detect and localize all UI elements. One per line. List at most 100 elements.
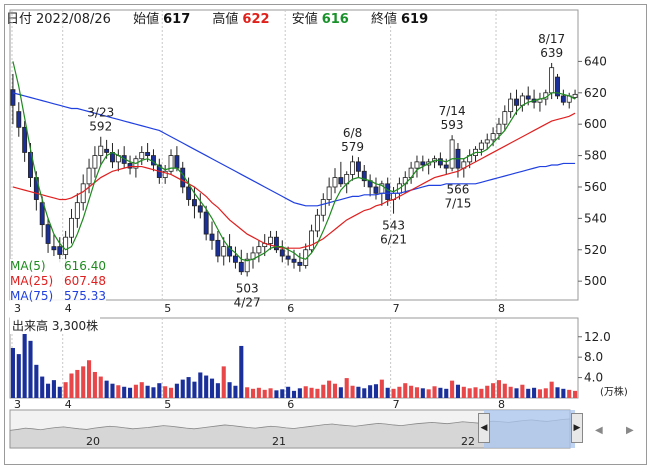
navigator-left-handle[interactable]: ◀	[478, 413, 490, 443]
candle-body	[69, 217, 74, 238]
candle-body	[560, 95, 566, 103]
volume-bar	[309, 387, 314, 398]
volume-bar	[438, 387, 443, 398]
volume-bar	[297, 388, 302, 398]
annotation-value: 639	[540, 46, 563, 60]
volume-bar	[139, 382, 144, 398]
volume-bar	[379, 379, 384, 398]
volume-bar	[157, 383, 162, 398]
candle-body	[10, 89, 16, 106]
candle-body	[320, 199, 326, 216]
volume-bar	[491, 383, 496, 398]
volume-bar	[373, 384, 379, 398]
annotation-date: 6/21	[380, 233, 407, 247]
candle-body	[490, 133, 496, 141]
volume-bar	[256, 387, 261, 398]
candle-body	[16, 111, 22, 128]
volume-bar	[526, 388, 531, 398]
volume-bar	[186, 377, 191, 398]
candle-body	[104, 148, 110, 153]
legend-ma5: MA(5) 616.40	[10, 259, 106, 273]
candle-body	[221, 246, 227, 257]
volume-bar	[22, 324, 27, 398]
candle-body	[268, 236, 274, 244]
candle-body	[420, 161, 426, 166]
candle-body	[74, 202, 80, 219]
candle-body	[309, 230, 315, 251]
candle-body	[139, 152, 145, 160]
price-chart[interactable]: 3/235925034/276/85795436/217/145935667/1…	[0, 0, 653, 470]
candle-body	[192, 199, 197, 207]
candle-body	[232, 255, 238, 263]
volume-bar	[332, 383, 338, 398]
volume-bar	[69, 373, 74, 398]
price-tick-label: 520	[584, 243, 607, 257]
volume-bar	[514, 388, 519, 398]
volume-bar	[10, 347, 15, 398]
candle-body	[355, 161, 361, 172]
candle-body	[98, 145, 104, 156]
volume-bar	[110, 383, 115, 398]
volume-bar	[233, 385, 238, 398]
candle-body	[572, 93, 578, 98]
volume-bar	[286, 386, 291, 398]
candle-body	[279, 249, 285, 257]
volume-bar	[444, 388, 449, 398]
candle-body	[443, 164, 449, 169]
volume-bar	[508, 386, 513, 398]
candle-body	[145, 152, 151, 156]
month-tick-label: 5	[164, 302, 171, 315]
candle-body	[63, 236, 69, 255]
month-tick-label-volume: 6	[287, 398, 294, 411]
volume-bar	[104, 380, 109, 398]
volume-bar	[57, 386, 62, 398]
month-tick-label: 6	[287, 302, 294, 315]
annotation-date: 4/27	[234, 295, 261, 309]
volume-bar	[40, 376, 45, 398]
volume-bar	[555, 387, 560, 398]
volume-bar	[133, 384, 138, 398]
navigator-tick-label: 20	[86, 435, 100, 448]
volume-bar	[520, 384, 525, 398]
candle-body	[297, 261, 303, 266]
candle-body	[549, 67, 555, 94]
volume-bar	[496, 380, 501, 398]
volume-bar	[262, 389, 267, 398]
volume-bar	[327, 380, 332, 398]
price-tick-label: 580	[584, 149, 607, 163]
volume-bar	[543, 388, 548, 398]
volume-bar	[274, 390, 279, 398]
annotation-value: 543	[382, 219, 405, 233]
scroll-right-icon[interactable]: ▶	[626, 425, 634, 436]
volume-bar	[180, 379, 185, 398]
volume-bar	[362, 388, 367, 398]
annotation-date: 7/15	[444, 197, 471, 211]
candle-body	[215, 239, 221, 257]
navigator-right-handle[interactable]: ▶	[571, 413, 583, 443]
volume-bar	[127, 387, 133, 398]
annotation-date: 6/8	[343, 126, 362, 140]
navigator-selection	[484, 410, 575, 448]
volume-bar	[221, 366, 226, 398]
candle-body	[238, 261, 244, 273]
volume-bar	[291, 390, 297, 398]
volume-bar	[92, 371, 97, 398]
volume-tick-label: 8.0	[584, 350, 603, 364]
price-tick-label: 540	[584, 211, 607, 225]
volume-bar	[420, 388, 425, 398]
scroll-left-icon[interactable]: ◀	[595, 425, 603, 436]
candle-body	[203, 211, 209, 235]
candle-layer	[10, 62, 578, 277]
volume-bar	[303, 386, 308, 398]
volume-tick-label: 12.0	[584, 330, 611, 344]
volume-bar	[414, 387, 420, 398]
volume-bar	[479, 388, 484, 398]
price-tick-label: 600	[584, 117, 607, 131]
volume-bar	[198, 372, 203, 398]
volume-bar	[461, 386, 466, 398]
volume-bar	[549, 381, 554, 398]
candle-body	[57, 246, 63, 255]
candle-body	[314, 214, 320, 232]
candle-body	[350, 161, 356, 175]
volume-bar	[168, 387, 174, 398]
